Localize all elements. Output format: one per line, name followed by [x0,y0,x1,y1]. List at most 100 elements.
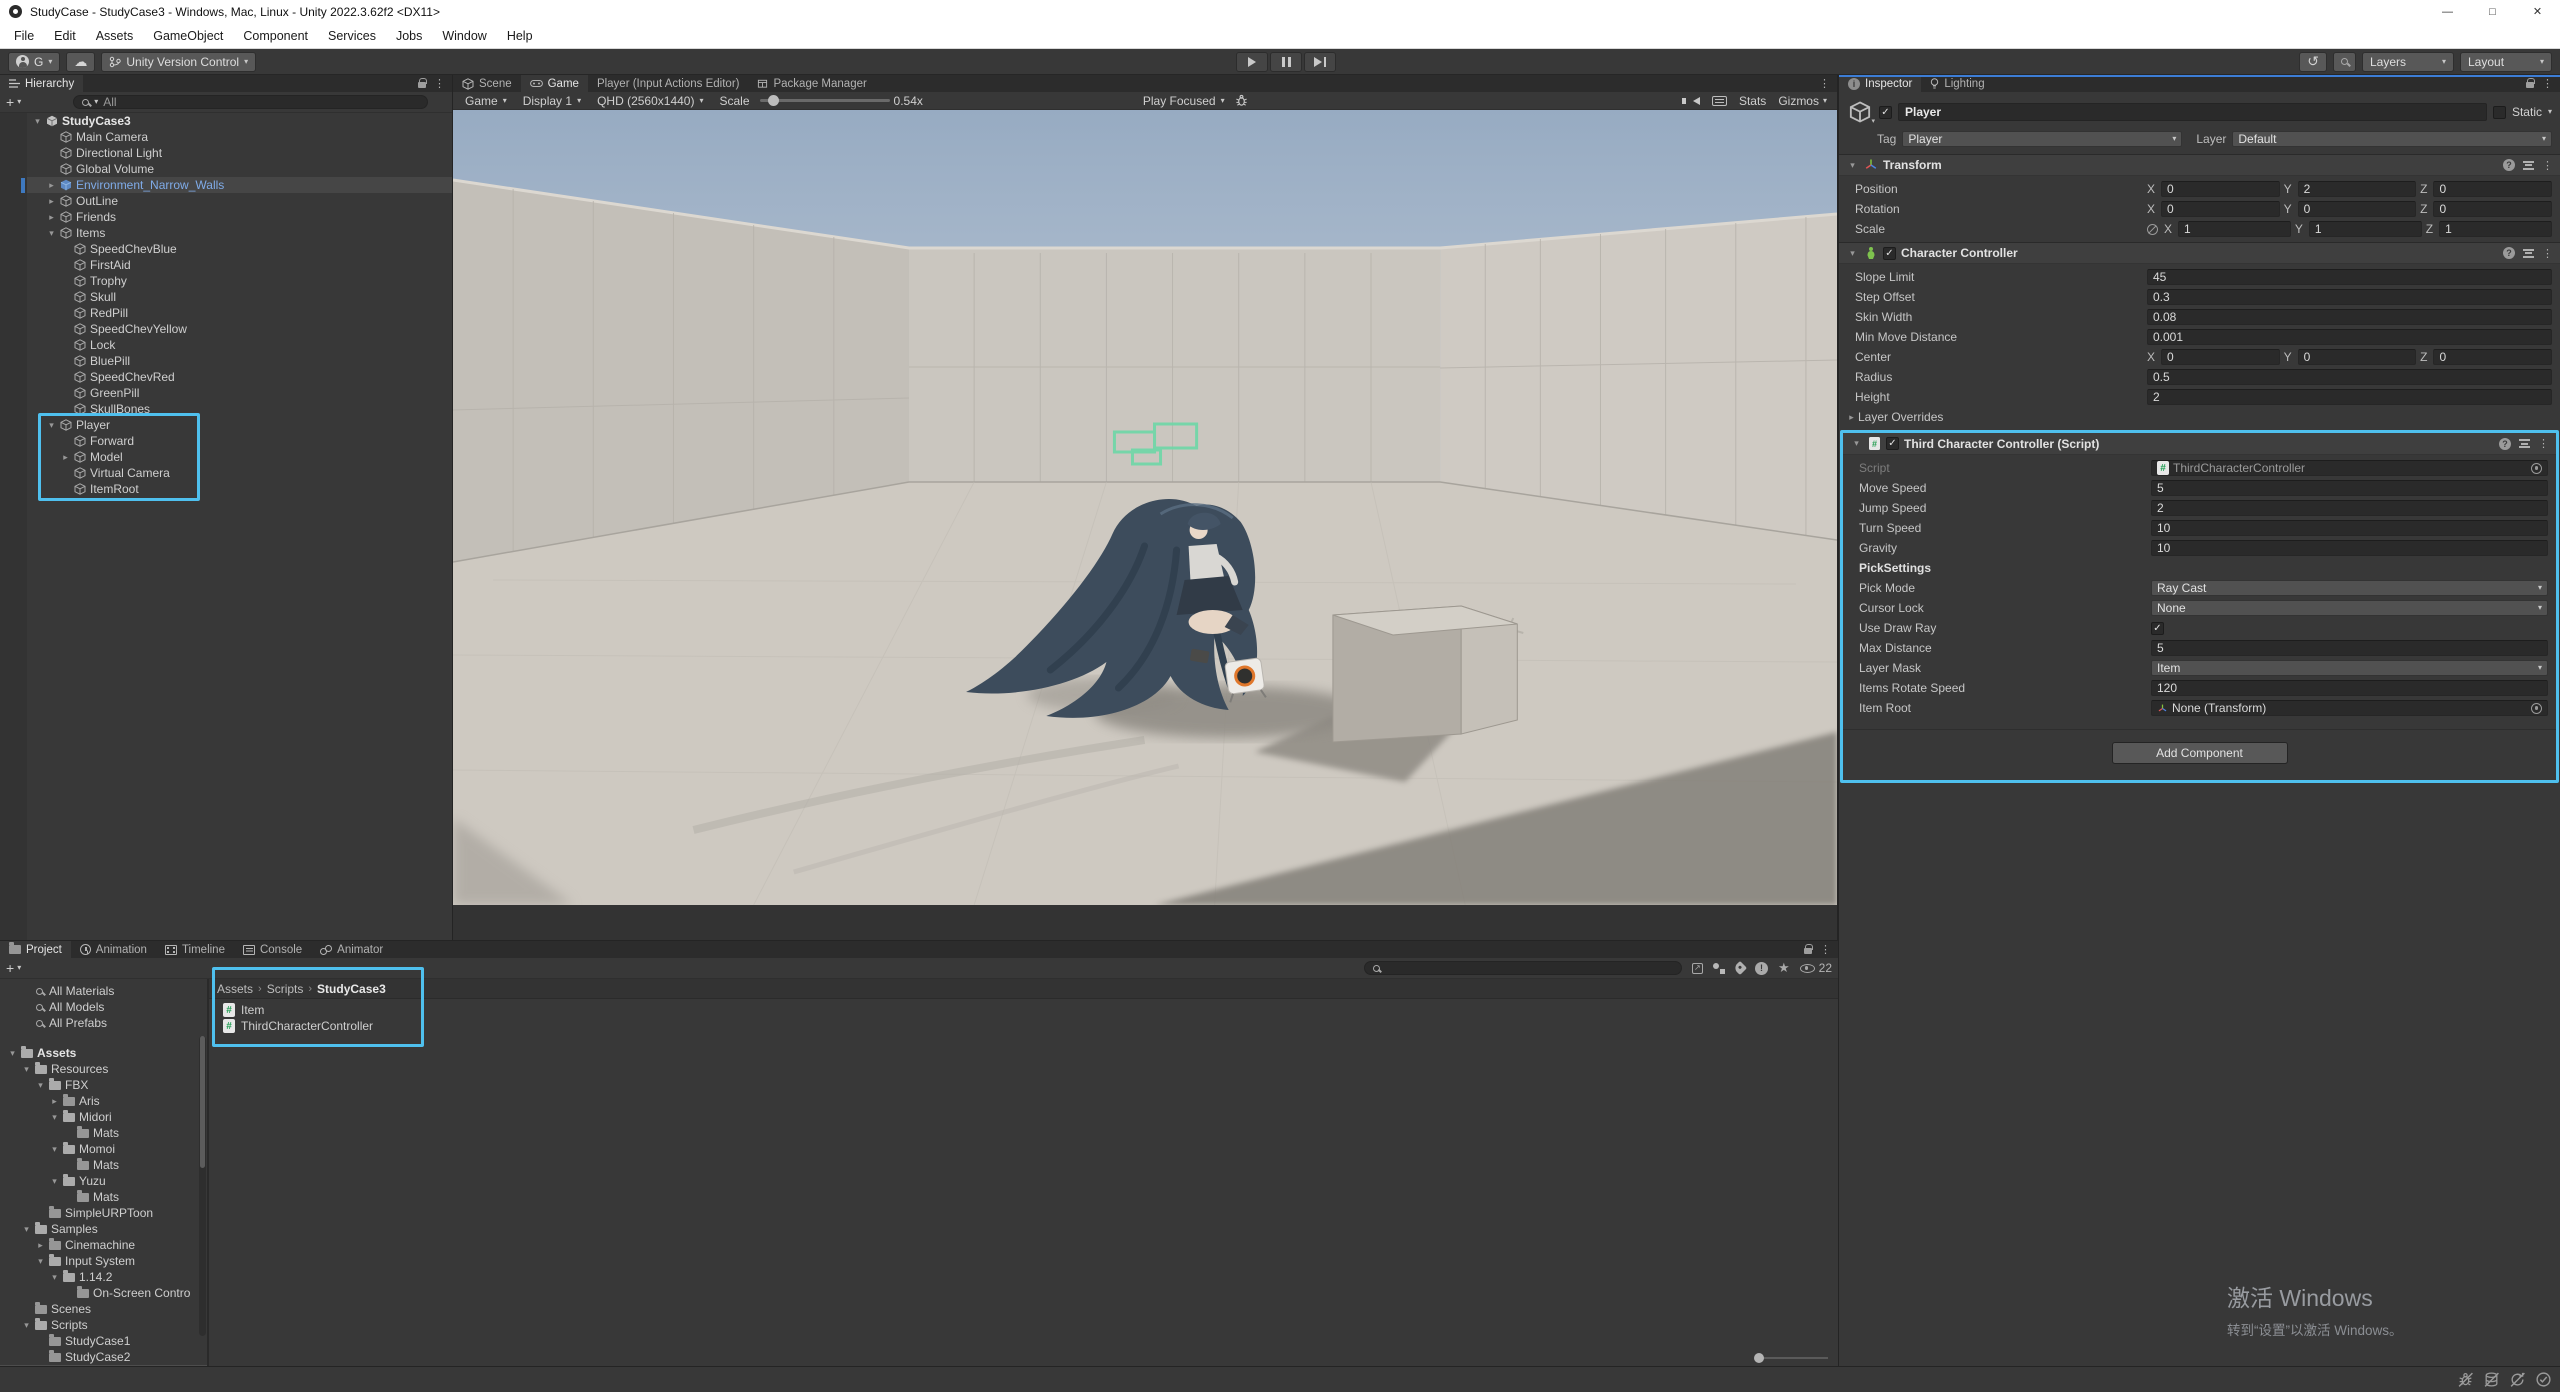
project-folder-samples[interactable]: ▾Samples [0,1221,207,1237]
minimize-button[interactable]: — [2425,0,2470,23]
hierarchy-item-speedchevyellow[interactable]: SpeedChevYellow [27,321,452,337]
favorite-all-prefabs[interactable]: All Prefabs [0,1015,207,1031]
game-viewport[interactable] [453,110,1837,905]
pick-mode-dropdown[interactable]: Ray Cast▾ [2151,580,2548,596]
hierarchy-item-environment-narrow-walls[interactable]: ▸Environment_Narrow_Walls [27,177,452,193]
panel-menu-icon[interactable]: ⋮ [1819,77,1830,90]
stats-button[interactable]: Stats [1739,94,1766,108]
favorites-filter-icon[interactable]: ★ [1778,960,1790,976]
jump-speed-field[interactable]: 2 [2151,500,2548,516]
filter-by-type-icon[interactable] [1713,963,1725,974]
project-tree-scrollbar[interactable] [199,1036,206,1336]
tag-dropdown[interactable]: Player▾ [1902,131,2182,147]
tab-package-manager[interactable]: Package Manager [748,75,875,92]
project-folder-studycase2[interactable]: StudyCase2 [0,1349,207,1365]
scale-slider[interactable] [760,99,890,102]
project-folder-1-14-2[interactable]: ▾1.14.2 [0,1269,207,1285]
tab-player-input-actions-editor[interactable]: Player (Input Actions Editor) [588,75,749,92]
project-folder-yuzu[interactable]: ▾Yuzu [0,1173,207,1189]
menu-gameobject[interactable]: GameObject [143,23,233,48]
mute-audio-icon[interactable] [1693,97,1700,105]
rotation-x-field[interactable]: 0 [2161,201,2280,217]
project-folder-fbx[interactable]: ▾FBX [0,1077,207,1093]
rotation-z-field[interactable]: 0 [2433,201,2552,217]
presets-icon[interactable] [2519,439,2530,448]
presets-icon[interactable] [2523,161,2534,170]
component-menu-icon[interactable]: ⋮ [2538,437,2549,450]
cursor-lock-dropdown[interactable]: None▾ [2151,600,2548,616]
breadcrumb-assets[interactable]: Assets [217,982,253,996]
move-speed-field[interactable]: 5 [2151,480,2548,496]
account-button[interactable]: G▾ [8,52,60,72]
position-z-field[interactable]: 0 [2433,181,2552,197]
play-focused-dropdown[interactable]: Play Focused▾ [1137,94,1231,108]
hierarchy-item-speedchevred[interactable]: SpeedChevRed [27,369,452,385]
project-folder-scripts[interactable]: ▾Scripts [0,1317,207,1333]
scale-y-field[interactable]: 1 [2309,221,2422,237]
radius-field[interactable]: 0.5 [2147,369,2552,385]
hierarchy-item-friends[interactable]: ▸Friends [27,209,452,225]
favorite-all-models[interactable]: All Models [0,999,207,1015]
asset-size-slider[interactable] [1756,1357,1828,1359]
help-icon[interactable]: ? [2503,247,2515,259]
tab-project[interactable]: Project [0,941,71,958]
hidden-packages-toggle[interactable]: 22 [1800,961,1832,975]
menu-edit[interactable]: Edit [44,23,86,48]
project-folder-studycase1[interactable]: StudyCase1 [0,1333,207,1349]
hierarchy-item-items[interactable]: ▾Items [27,225,452,241]
items-rotate-speed-field[interactable]: 120 [2151,680,2548,696]
hierarchy-item-outline[interactable]: ▸OutLine [27,193,452,209]
transform-component-header[interactable]: ▾ Transform ?⋮ [1839,154,2560,176]
close-button[interactable]: ✕ [2515,0,2560,23]
active-checkbox[interactable]: ✓ [1879,106,1892,119]
item-root-object-field[interactable]: None (Transform) [2151,700,2548,716]
hierarchy-item-player[interactable]: ▾Player [27,417,452,433]
asset-thirdcharactercontroller[interactable]: #ThirdCharacterController [215,1018,1838,1034]
hierarchy-item-skullbones[interactable]: SkullBones [27,401,452,417]
refresh-disabled-icon[interactable] [2509,1371,2526,1388]
breadcrumb-current[interactable]: StudyCase3 [317,982,386,996]
hierarchy-menu-icon[interactable]: ⋮ [434,77,445,90]
hierarchy-item-forward[interactable]: Forward [27,433,452,449]
layer-overrides-foldout[interactable]: ▸Layer Overrides [1839,407,2560,427]
project-folder-resources[interactable]: ▾Resources [0,1061,207,1077]
menu-file[interactable]: File [4,23,44,48]
script-object-field[interactable]: #ThirdCharacterController [2151,460,2548,476]
favorite-all-materials[interactable]: All Materials [0,983,207,999]
tab-scene[interactable]: Scene [453,75,521,92]
static-dropdown-icon[interactable]: ▾ [2548,108,2552,116]
menu-assets[interactable]: Assets [86,23,144,48]
asset-item[interactable]: #Item [215,1002,1838,1018]
height-field[interactable]: 2 [2147,389,2552,405]
use-draw-ray-checkbox[interactable]: ✓ [2151,622,2164,635]
hierarchy-item-main-camera[interactable]: Main Camera [27,129,452,145]
breadcrumb-scripts[interactable]: Scripts [267,982,304,996]
layer-mask-dropdown[interactable]: Item▾ [2151,660,2548,676]
project-folder-simpleurptoon[interactable]: SimpleURPToon [0,1205,207,1221]
hierarchy-item-redpill[interactable]: RedPill [27,305,452,321]
scale-x-field[interactable]: 1 [2178,221,2291,237]
menu-jobs[interactable]: Jobs [386,23,432,48]
hierarchy-item-lock[interactable]: Lock [27,337,452,353]
hierarchy-item-itemroot[interactable]: ItemRoot [27,481,452,497]
resolution-dropdown[interactable]: QHD (2560x1440)▾ [591,94,709,108]
min-move-distance-field[interactable]: 0.001 [2147,329,2552,345]
pause-button[interactable] [1270,52,1302,72]
presets-icon[interactable] [2523,249,2534,258]
maximize-button[interactable]: □ [2470,0,2515,23]
hierarchy-item-speedchevblue[interactable]: SpeedChevBlue [27,241,452,257]
tab-inspector[interactable]: iInspector [1839,75,1921,92]
component-enabled-checkbox[interactable]: ✓ [1886,437,1899,450]
tab-game[interactable]: Game [521,75,588,92]
help-icon[interactable]: ? [2503,159,2515,171]
project-folder-on-screen-contro[interactable]: On-Screen Contro [0,1285,207,1301]
tab-animation[interactable]: Animation [71,941,156,958]
hierarchy-item-global-volume[interactable]: Global Volume [27,161,452,177]
static-checkbox[interactable]: ✓ [2493,106,2506,119]
undo-history-button[interactable]: ↺ [2299,52,2327,72]
rotation-y-field[interactable]: 0 [2298,201,2417,217]
project-folder-mats[interactable]: Mats [0,1189,207,1205]
lock-icon[interactable] [1804,948,1812,954]
gravity-field[interactable]: 10 [2151,540,2548,556]
search-button[interactable] [2333,52,2356,72]
